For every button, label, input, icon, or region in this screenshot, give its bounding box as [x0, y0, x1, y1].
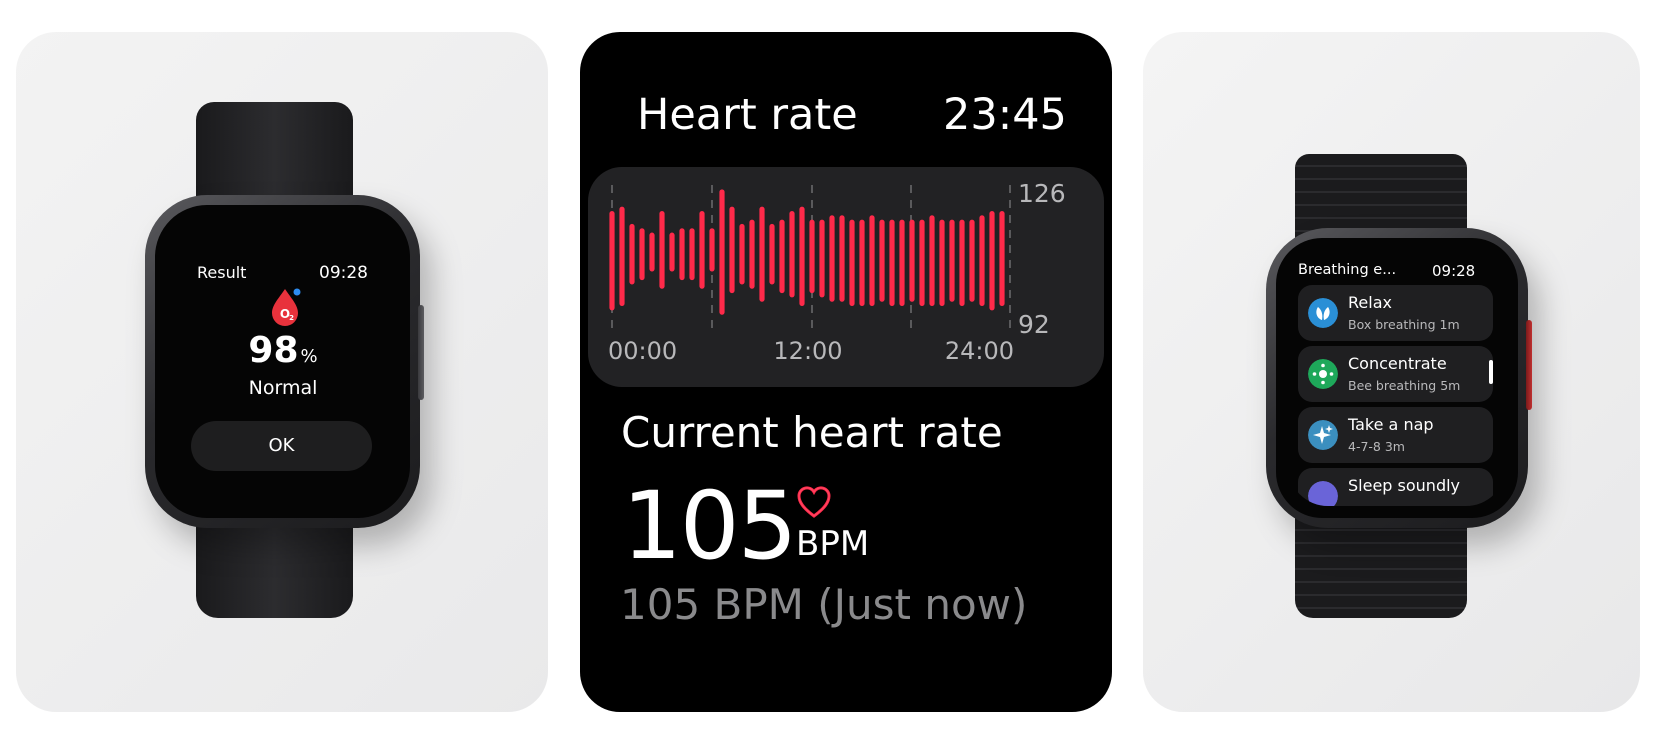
- heart-rate-bar: [749, 219, 755, 289]
- heart-icon: [797, 486, 831, 518]
- heart-rate-unit: BPM: [796, 524, 870, 564]
- oxygen-drop-icon: O 2: [272, 288, 301, 326]
- heart-rate-bar: [969, 219, 975, 302]
- item-name: Relax: [1348, 293, 1392, 312]
- heart-rate-bar: [739, 223, 745, 285]
- sparkle-icon: [1308, 420, 1338, 450]
- screen-title: Result: [197, 263, 247, 282]
- heart-rate-value: 105: [622, 472, 797, 581]
- item-name: Concentrate: [1348, 354, 1447, 373]
- heart-rate-bar: [839, 215, 845, 302]
- last-reading: 105 BPM (Just now): [620, 580, 1028, 629]
- x-tick-label: 24:00: [945, 337, 1014, 365]
- heart-rate-bar: [979, 215, 985, 307]
- heart-rate-bar: [719, 189, 725, 315]
- heart-rate-bar: [639, 228, 645, 281]
- heart-rate-bar: [729, 206, 735, 294]
- watch-crown: [1526, 320, 1532, 410]
- heart-rate-bar: [689, 228, 695, 281]
- item-subtitle: Box breathing 1m: [1348, 317, 1460, 332]
- focus-icon: [1308, 359, 1338, 389]
- heart-rate-bar: [889, 219, 895, 307]
- heart-rate-bar: [899, 219, 905, 307]
- list-item-sleep-soundly[interactable]: Sleep soundly: [1298, 468, 1493, 506]
- heart-rate-bar: [789, 210, 795, 298]
- heart-rate-bar: [929, 215, 935, 307]
- spo2-status: Normal: [248, 377, 318, 399]
- x-tick-label: 00:00: [608, 337, 677, 365]
- leaf-icon: [1308, 298, 1338, 328]
- heart-rate-bar: [859, 219, 865, 307]
- clock-time: 23:45: [943, 90, 1067, 140]
- screen-title: Breathing e...: [1298, 262, 1397, 278]
- list-item-take-a-nap[interactable]: Take a nap 4-7-8 3m: [1298, 407, 1493, 463]
- heart-rate-bar: [919, 219, 925, 307]
- scrollbar[interactable]: [1489, 360, 1493, 384]
- heart-rate-bar: [759, 206, 765, 302]
- spo2-unit: %: [300, 346, 318, 367]
- svg-text:2: 2: [289, 314, 294, 322]
- heart-rate-bar: [879, 219, 885, 302]
- heart-rate-bar: [699, 210, 705, 289]
- item-subtitle: 4-7-8 3m: [1348, 439, 1405, 454]
- heart-rate-bar: [819, 219, 825, 298]
- heart-rate-bar: [669, 232, 675, 272]
- item-name: Sleep soundly: [1348, 476, 1461, 495]
- current-heart-rate-label: Current heart rate: [621, 408, 1003, 457]
- heart-rate-bar: [949, 219, 955, 302]
- heart-rate-bar: [769, 223, 775, 285]
- heart-rate-bar: [709, 228, 715, 272]
- heart-rate-bar: [989, 210, 995, 311]
- heart-rate-bar: [829, 215, 835, 302]
- spo2-result-screen: Result 09:28 O 2 98% Normal OK: [168, 220, 398, 500]
- y-tick-label: 92: [1018, 310, 1050, 339]
- x-tick-label: 12:00: [773, 337, 842, 365]
- moon-icon: [1308, 481, 1338, 506]
- heart-rate-chart: 126 92 00:00 12:00 24:00: [588, 167, 1104, 387]
- heart-rate-bar: [779, 219, 785, 294]
- heart-rate-bar: [679, 228, 685, 281]
- ok-button[interactable]: OK: [191, 421, 372, 471]
- heart-rate-chart-svg: 126 92 00:00 12:00 24:00: [608, 179, 1066, 365]
- clock-time: 09:28: [1432, 262, 1476, 280]
- breathing-exercise-screen: Breathing e... 09:28 Relax Box breathing…: [1288, 252, 1506, 506]
- spo2-number: 98: [248, 330, 299, 371]
- clock-time: 09:28: [319, 263, 368, 283]
- heart-rate-bar: [609, 210, 615, 311]
- watch-crown: [418, 305, 424, 400]
- heart-rate-bar: [999, 210, 1005, 307]
- heart-rate-bar: [659, 210, 665, 289]
- item-name: Take a nap: [1348, 415, 1434, 434]
- heart-rate-bar: [909, 219, 915, 302]
- heart-rate-bar: [939, 219, 945, 307]
- heart-rate-bar: [799, 206, 805, 307]
- heart-rate-bar: [849, 219, 855, 307]
- heart-rate-bar: [959, 219, 965, 307]
- heart-rate-bar: [869, 215, 875, 307]
- heart-rate-bar: [629, 223, 635, 285]
- heart-rate-bar: [649, 232, 655, 272]
- list-item-relax[interactable]: Relax Box breathing 1m: [1298, 285, 1493, 341]
- heart-rate-bar: [809, 219, 815, 294]
- spo2-value: 98%: [168, 330, 398, 371]
- heart-rate-bar: [619, 206, 625, 307]
- heart-rate-panel: Heart rate 23:45 126 92 00:00 12:00 24:00 Cu…: [580, 32, 1112, 712]
- item-subtitle: Bee breathing 5m: [1348, 378, 1461, 393]
- screen-title: Heart rate: [637, 90, 858, 140]
- list-item-concentrate[interactable]: Concentrate Bee breathing 5m: [1298, 346, 1493, 402]
- y-tick-label: 126: [1018, 179, 1066, 208]
